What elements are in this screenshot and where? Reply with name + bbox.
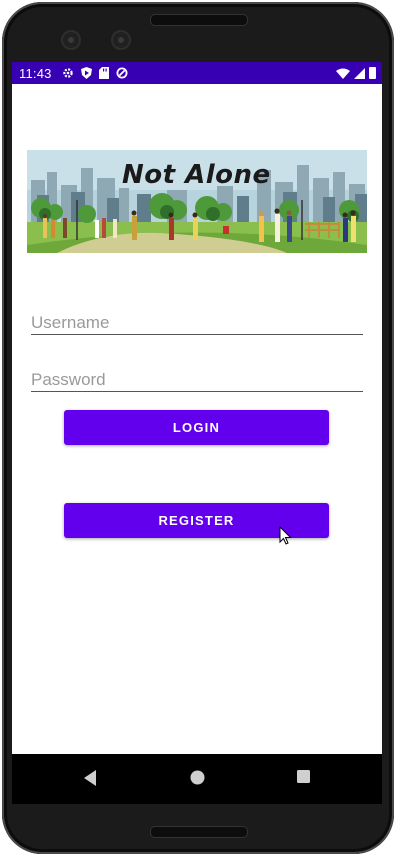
login-button[interactable]: LOGIN: [64, 410, 329, 445]
login-screen: Not Alone LOGIN REGISTER: [12, 84, 382, 754]
register-button-label: REGISTER: [158, 513, 235, 528]
mouse-cursor-icon: [279, 526, 292, 545]
bottom-speaker: [150, 826, 248, 838]
shield-play-icon: [80, 67, 92, 79]
data-saver-icon: [116, 67, 128, 79]
status-icons-left: [62, 67, 128, 79]
sd-card-icon: [98, 67, 109, 79]
username-field[interactable]: [31, 304, 363, 338]
banner-title: Not Alone: [122, 160, 271, 190]
status-icons-right: [336, 67, 376, 79]
front-sensor: [111, 30, 131, 50]
phone-frame: 11:43 Not Alone Username LOGIN REGISTER: [0, 0, 400, 857]
back-icon[interactable]: [82, 769, 98, 787]
login-button-label: LOGIN: [172, 420, 221, 435]
signal-icon: [354, 67, 365, 79]
top-speaker: [150, 14, 248, 26]
navigation-bar: [12, 754, 382, 804]
gear-icon: [62, 68, 73, 78]
username-input[interactable]: [31, 304, 363, 338]
screen: 11:43 Not Alone Username LOGIN REGISTER: [12, 62, 382, 804]
wifi-icon: [336, 68, 350, 79]
status-bar: 11:43: [12, 62, 382, 84]
password-input[interactable]: [31, 361, 363, 395]
password-field[interactable]: [31, 361, 363, 395]
battery-icon: [369, 67, 376, 79]
front-camera: [61, 30, 81, 50]
home-icon[interactable]: [189, 769, 206, 786]
status-time: 11:43: [19, 65, 52, 81]
recents-icon[interactable]: [296, 769, 311, 784]
banner-image: Not Alone: [27, 150, 367, 253]
